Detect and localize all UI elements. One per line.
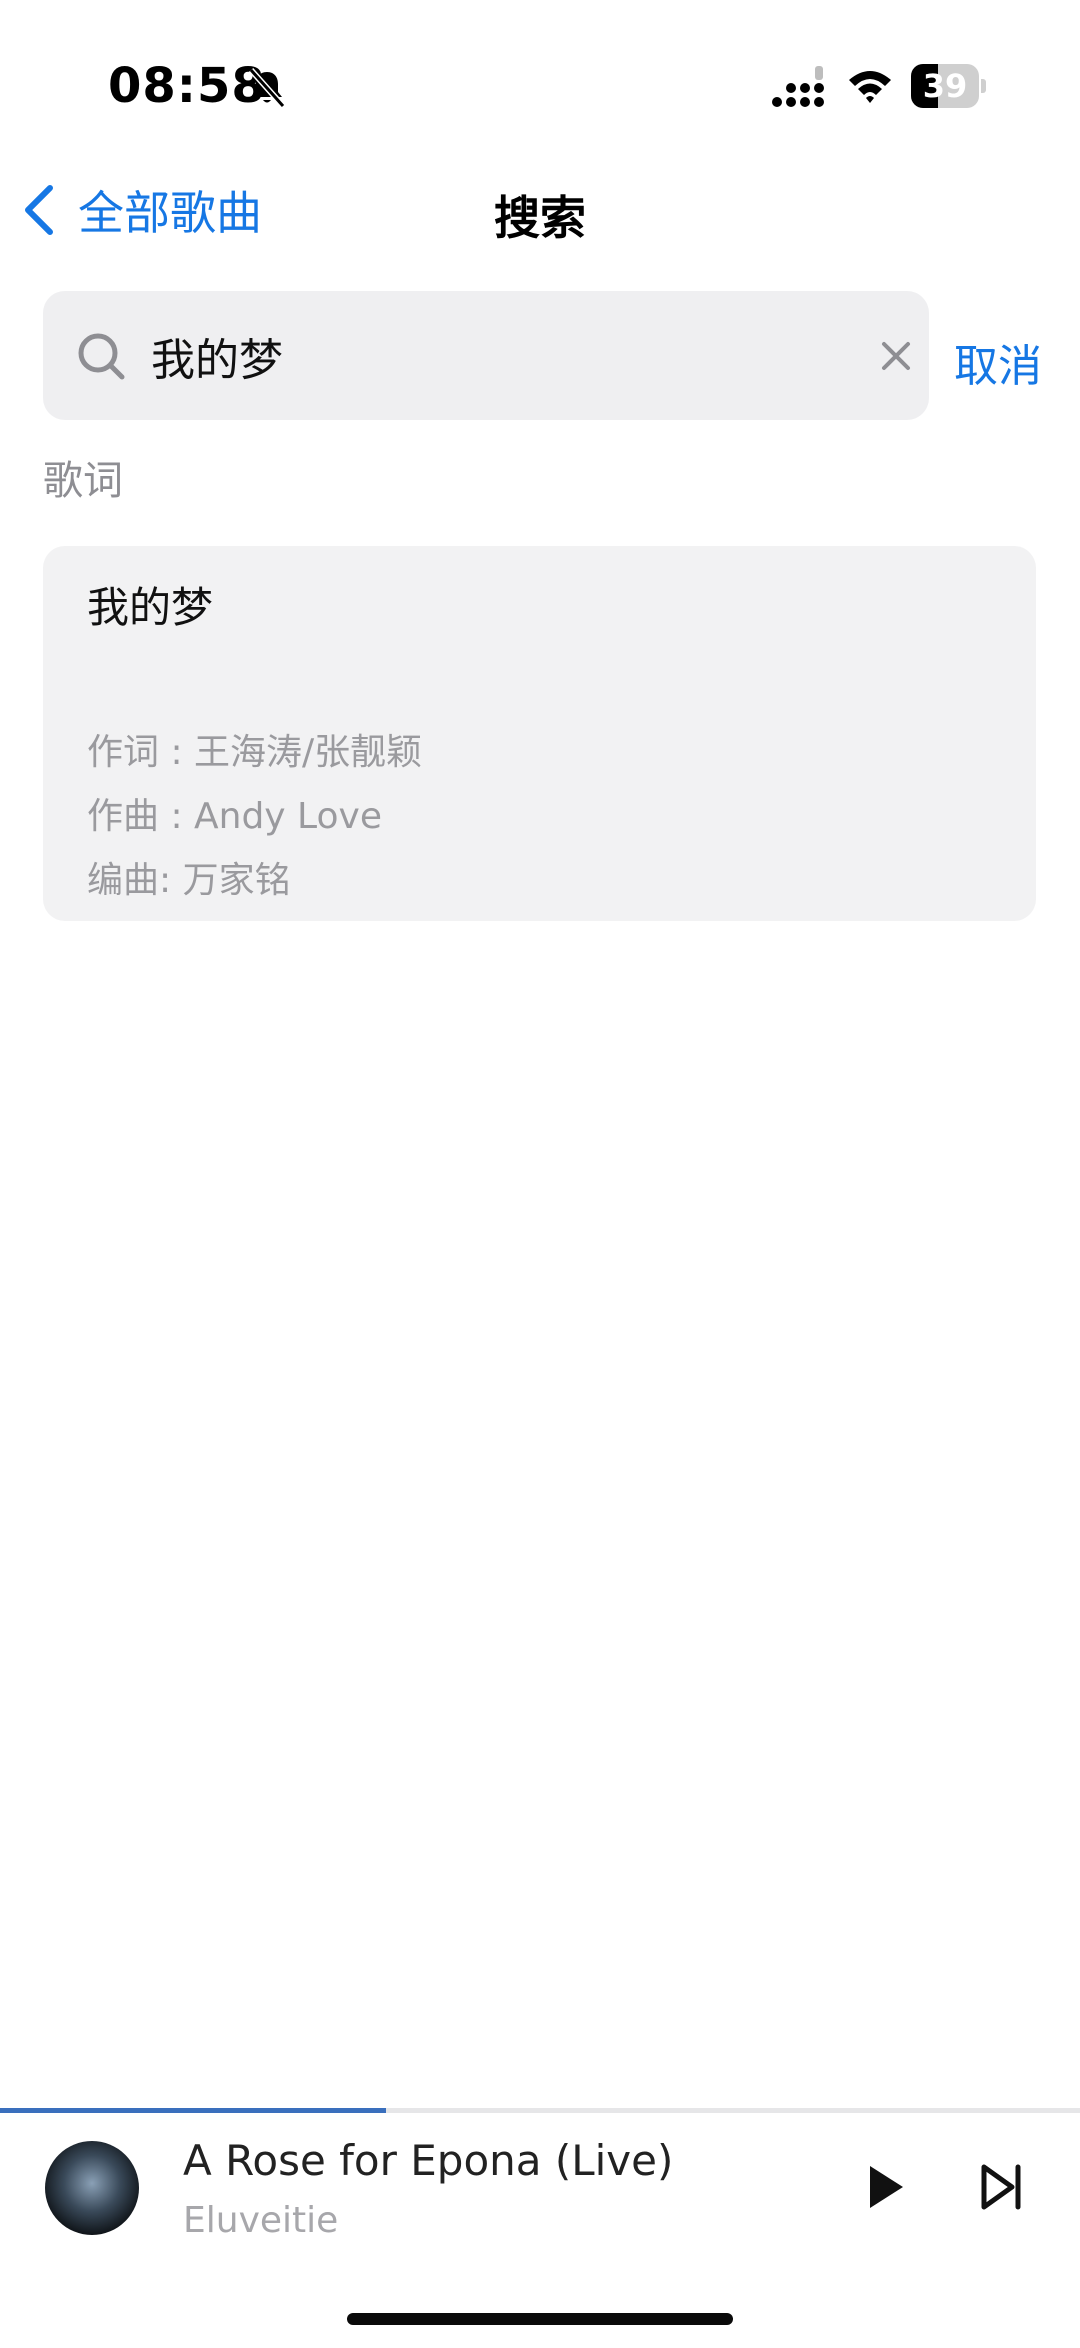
cancel-button[interactable]: 取消 bbox=[954, 330, 1042, 394]
play-icon[interactable] bbox=[866, 2163, 906, 2211]
navigation-bar: 全部歌曲 搜索 bbox=[0, 160, 1080, 260]
battery-icon: 39 bbox=[911, 64, 986, 108]
search-input[interactable] bbox=[151, 318, 851, 394]
album-art[interactable] bbox=[45, 2141, 139, 2235]
skip-next-icon[interactable] bbox=[980, 2163, 1024, 2211]
playback-progress[interactable] bbox=[0, 2108, 1080, 2113]
battery-percent: 39 bbox=[922, 67, 968, 105]
mini-player[interactable]: A Rose for Epona (Live) Eluveitie bbox=[0, 2108, 1080, 2268]
result-lyricist: 作词 : 王海涛/张靓颖 bbox=[87, 732, 423, 773]
battery-tip bbox=[981, 79, 986, 93]
home-indicator bbox=[347, 2313, 733, 2325]
search-icon bbox=[78, 333, 125, 380]
search-bar[interactable] bbox=[43, 291, 929, 420]
clear-icon[interactable] bbox=[879, 339, 913, 373]
result-composer: 作曲 : Andy Love bbox=[87, 796, 382, 837]
battery-body: 39 bbox=[911, 64, 979, 108]
result-title: 我的梦 bbox=[87, 583, 214, 632]
result-arranger: 编曲: 万家铭 bbox=[87, 860, 291, 901]
lyrics-result-card[interactable]: 我的梦 作词 : 王海涛/张靓颖 作曲 : Andy Love 编曲: 万家铭 bbox=[43, 546, 1036, 921]
status-time: 08:58 bbox=[108, 58, 266, 114]
bell-slash-icon bbox=[248, 68, 286, 108]
section-header-lyrics: 歌词 bbox=[43, 458, 123, 504]
playback-progress-fill bbox=[0, 2108, 386, 2113]
now-playing-artist: Eluveitie bbox=[183, 2200, 339, 2241]
status-bar: 08:58 39 bbox=[0, 0, 1080, 150]
now-playing-title: A Rose for Epona (Live) bbox=[183, 2136, 674, 2185]
page-title: 搜索 bbox=[494, 191, 586, 245]
signal-icon bbox=[772, 66, 824, 107]
wifi-icon bbox=[849, 71, 891, 103]
